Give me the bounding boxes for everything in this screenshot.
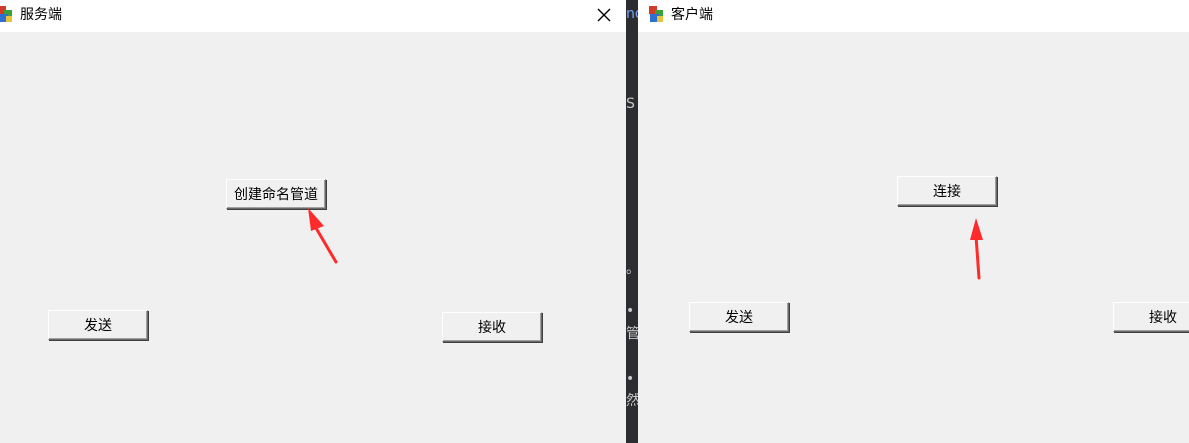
background-window-strip: no S 。 • I 管 • I 然 (626, 0, 638, 443)
server-window: 服务端 创建命名管道 发送 接收 (0, 0, 626, 443)
client-send-button[interactable]: 发送 (689, 302, 789, 332)
background-text-fragment: 管 (626, 326, 638, 342)
background-text-fragment: no (626, 6, 638, 22)
annotation-arrow-icon (308, 208, 338, 264)
background-text-fragment: S (626, 96, 635, 112)
background-text-fragment: 然 (626, 393, 638, 409)
server-window-title: 服务端 (20, 7, 62, 23)
client-titlebar: 客户端 (638, 0, 1189, 32)
server-titlebar: 服务端 (0, 0, 626, 32)
client-window-title: 客户端 (671, 7, 713, 23)
client-receive-button[interactable]: 接收 (1113, 302, 1189, 332)
close-icon[interactable] (584, 0, 624, 30)
server-receive-button[interactable]: 接收 (442, 312, 542, 342)
background-text-fragment: 。 (626, 258, 638, 278)
connect-button[interactable]: 连接 (897, 176, 997, 206)
background-text-fragment: • I (626, 371, 638, 387)
server-send-button[interactable]: 发送 (48, 310, 148, 340)
background-text-fragment: • I (626, 303, 638, 319)
client-window: 客户端 连接 发送 接收 (638, 0, 1189, 443)
app-icon (647, 4, 665, 24)
annotation-arrow-icon (970, 218, 983, 280)
app-icon (0, 4, 14, 24)
